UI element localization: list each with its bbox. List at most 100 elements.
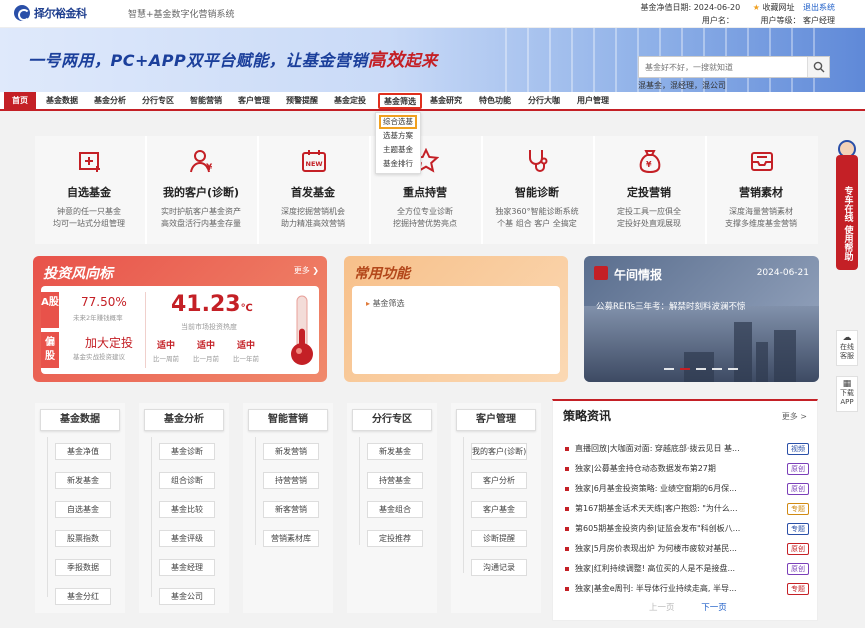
nav-user-management[interactable]: 用户管理	[577, 92, 609, 110]
news-text[interactable]: 独家|5月房价表现出炉 为何楼市疲软对基民...	[575, 541, 753, 557]
more-link[interactable]: 更多 ❯	[294, 265, 319, 276]
nav-fund-screening[interactable]: 基金筛选	[378, 93, 422, 109]
quick-link[interactable]: 我的客户(诊断)	[471, 443, 527, 460]
nav-branch-experts[interactable]: 分行大咖	[528, 92, 560, 110]
quick-link[interactable]: 新发基金	[367, 443, 423, 460]
top-right-row2: 用户名： 用户等级： 客户经理	[702, 15, 835, 26]
news-text[interactable]: 第167期基金话术天天练|客户抱怨: "为什么...	[575, 501, 753, 517]
nav-fund-research[interactable]: 基金研究	[430, 92, 462, 110]
news-item[interactable]: 第605期基金投资内参|证监会发布"科创板八... 专题	[563, 521, 811, 537]
news-text[interactable]: 独家|公募基金持仓动态数据发布第27期	[575, 461, 753, 477]
news-text[interactable]: 独家|基金e周刊: 半导体行业持续走高, 半导...	[575, 581, 753, 597]
next-page-button[interactable]: 下一页	[701, 603, 727, 613]
slogan-part1: 一号两用，PC+APP	[28, 51, 187, 70]
feature-marketing-materials[interactable]: 营销素材 深度海量营销素材 支撑多维度基金营销	[707, 136, 815, 244]
nav-smart-marketing[interactable]: 智能营销	[190, 92, 222, 110]
search-button[interactable]	[807, 57, 829, 77]
news-item[interactable]: 独家|公募基金持仓动态数据发布第27期 原创	[563, 461, 811, 477]
a-share-desc: 未来2年赚钱概率	[73, 314, 123, 322]
chip-value: 适中	[196, 341, 215, 351]
prev-page-button[interactable]: 上一页	[649, 603, 675, 613]
hot-words[interactable]: 混基金，混经理，混公司	[638, 80, 726, 91]
tag-equity: 偏股	[41, 332, 59, 368]
carousel-dot[interactable]	[728, 368, 738, 370]
search-input[interactable]	[639, 57, 807, 77]
carousel-dot[interactable]	[680, 368, 690, 370]
quick-link[interactable]: 新发基金	[55, 472, 111, 489]
news-item[interactable]: 独家|基金e周刊: 半导体行业持续走高, 半导... 专题	[563, 581, 811, 597]
quick-link[interactable]: 客户分析	[471, 472, 527, 489]
news-text[interactable]: 直播回放|大咖面对面: 穿越底部·拨云见日 基...	[575, 441, 753, 457]
logout-link[interactable]: 退出系统	[803, 3, 835, 12]
quick-link[interactable]: 沟通记录	[471, 559, 527, 576]
quick-link[interactable]: 基金净值	[55, 443, 111, 460]
quick-link[interactable]: 基金比较	[159, 501, 215, 518]
svg-text:NEW: NEW	[306, 160, 323, 168]
feature-desc-line1: 深度挖掘营销机会	[281, 207, 345, 216]
nav-alerts[interactable]: 预警提醒	[286, 92, 318, 110]
city-image	[584, 306, 819, 382]
banner: 一号两用，PC+APP双平台赋能，让基金营销高效起来 混基金，混经理，混公司	[0, 28, 865, 92]
quick-link[interactable]: 客户基金	[471, 501, 527, 518]
common-function-link[interactable]: 基金筛选	[366, 298, 405, 309]
quick-link[interactable]: 基金评级	[159, 530, 215, 547]
news-item[interactable]: 独家|红利持续调整! 高位买的人是不是接盘... 原创	[563, 561, 811, 577]
feature-my-clients[interactable]: ¥ 我的客户(诊断) 实时护航客户基金资产 高效盘活行内基金存量	[147, 136, 255, 244]
feature-smart-diagnosis[interactable]: 智能诊断 独家360°智能诊断系统 个基 组合 客户 全搞定	[483, 136, 591, 244]
news-text[interactable]: 独家|红利持续调整! 高位买的人是不是接盘...	[575, 561, 753, 577]
quick-link[interactable]: 基金公司	[159, 588, 215, 605]
news-headline[interactable]: 公募REITs三年考：解禁时刻料波澜不惊	[596, 300, 746, 312]
carousel-dot[interactable]	[664, 368, 674, 370]
nav-branch-zone[interactable]: 分行专区	[142, 92, 174, 110]
news-text[interactable]: 独家|6月基金投资策略: 业绩空窗期的6月保...	[575, 481, 753, 497]
quick-link[interactable]: 新客营销	[263, 501, 319, 518]
nav-fund-sip[interactable]: 基金定投	[334, 92, 366, 110]
logo[interactable]: 择尔裕金科	[14, 5, 87, 21]
nav-fund-data[interactable]: 基金数据	[46, 92, 78, 110]
news-text[interactable]: 第605期基金投资内参|证监会发布"科创板八...	[575, 521, 753, 537]
tree-line	[463, 437, 464, 573]
online-service-button[interactable]: ☁ 在线客服	[836, 330, 858, 366]
quick-link[interactable]: 持营营销	[263, 472, 319, 489]
svg-text:¥: ¥	[206, 163, 213, 173]
more-label: 更多	[293, 266, 310, 275]
carousel-dot[interactable]	[696, 368, 706, 370]
feature-favorite-funds[interactable]: 自选基金 钟意的任一只基金 均可一站式分组管理	[35, 136, 143, 244]
quick-link[interactable]: 新发营销	[263, 443, 319, 460]
quick-link[interactable]: 组合诊断	[159, 472, 215, 489]
news-item[interactable]: 直播回放|大咖面对面: 穿越底部·拨云见日 基... 视频	[563, 441, 811, 457]
midday-news-card[interactable]: 午间情报 2024-06-21 公募REITs三年考：解禁时刻料波澜不惊	[584, 256, 819, 382]
feature-desc: 实时护航客户基金资产 高效盘活行内基金存量	[147, 206, 255, 230]
dropdown-item-comprehensive[interactable]: 综合选基	[379, 115, 417, 129]
dropdown-item-theme[interactable]: 主题基金	[379, 143, 417, 157]
download-app-button[interactable]: ▦ 下载APP	[836, 376, 858, 412]
nav-fund-analysis[interactable]: 基金分析	[94, 92, 126, 110]
carousel-dot[interactable]	[712, 368, 722, 370]
dropdown-item-plans[interactable]: 选基方案	[379, 129, 417, 143]
building-shape	[734, 322, 752, 382]
feature-new-funds[interactable]: NEW 首发基金 深度挖掘营销机会 助力精准高效营销	[259, 136, 367, 244]
feature-sip-marketing[interactable]: ¥ 定投营销 定投工具一应俱全 定投好处直观展现	[595, 136, 703, 244]
quick-link[interactable]: 基金组合	[367, 501, 423, 518]
news-item[interactable]: 独家|5月房价表现出炉 为何楼市疲软对基民... 原创	[563, 541, 811, 557]
quick-link[interactable]: 基金经理	[159, 559, 215, 576]
new-calendar-icon: NEW	[302, 150, 326, 172]
quick-link[interactable]: 股票指数	[55, 530, 111, 547]
nav-special-features[interactable]: 特色功能	[479, 92, 511, 110]
more-link[interactable]: 更多 >	[782, 411, 807, 422]
quick-link[interactable]: 持营基金	[367, 472, 423, 489]
favorite-link[interactable]: 收藏网址	[762, 3, 794, 12]
quick-link[interactable]: 季报数据	[55, 559, 111, 576]
quick-link[interactable]: 基金诊断	[159, 443, 215, 460]
help-button[interactable]: 专车在线 使用帮助	[836, 155, 858, 270]
news-item[interactable]: 独家|6月基金投资策略: 业绩空窗期的6月保... 原创	[563, 481, 811, 497]
nav-home[interactable]: 首页	[4, 92, 36, 110]
quick-link[interactable]: 营销素材库	[263, 530, 319, 547]
quick-link[interactable]: 诊断提醒	[471, 530, 527, 547]
quick-link[interactable]: 定投推荐	[367, 530, 423, 547]
news-item[interactable]: 第167期基金话术天天练|客户抱怨: "为什么... 专题	[563, 501, 811, 517]
quick-link[interactable]: 自选基金	[55, 501, 111, 518]
quick-link[interactable]: 基金分红	[55, 588, 111, 605]
dropdown-item-ranking[interactable]: 基金排行	[379, 157, 417, 171]
nav-client-management[interactable]: 客户管理	[238, 92, 270, 110]
